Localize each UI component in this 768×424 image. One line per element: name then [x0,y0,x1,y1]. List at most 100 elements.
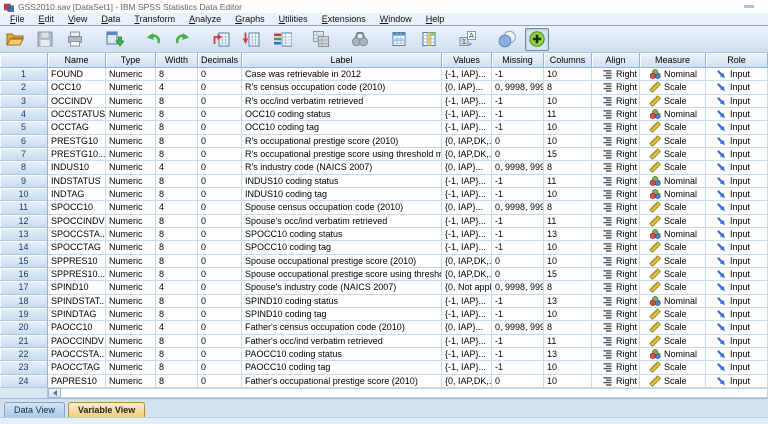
cell-values[interactable]: {0, IAP}... [442,201,492,214]
cell-label[interactable]: Spouse occupational prestige score using… [242,268,442,281]
cell-values[interactable]: {0, IAP}... [442,81,492,94]
cell-columns[interactable]: 8 [544,161,592,174]
h-scrollbar-track[interactable] [61,388,768,398]
cell-decimals[interactable]: 0 [198,361,242,374]
cell-label[interactable]: Spouse's occ/ind verbatim retrieved [242,215,442,228]
cell-width[interactable]: 8 [156,108,198,121]
row-number[interactable]: 23 [0,361,48,374]
cell-decimals[interactable]: 0 [198,148,242,161]
row-number[interactable]: 12 [0,215,48,228]
cell-decimals[interactable]: 0 [198,121,242,134]
cell-decimals[interactable]: 0 [198,375,242,388]
menu-view[interactable]: View [61,14,94,24]
menu-window[interactable]: Window [373,14,419,24]
cell-type[interactable]: Numeric [106,135,156,148]
cell-columns[interactable]: 13 [544,228,592,241]
cell-missing[interactable]: 0, 9998, 9999 [492,161,544,174]
cell-columns[interactable]: 11 [544,175,592,188]
cell-width[interactable]: 8 [156,335,198,348]
cell-type[interactable]: Numeric [106,95,156,108]
cell-role[interactable]: Input [706,308,768,321]
cell-role[interactable]: Input [706,375,768,388]
cell-missing[interactable]: -1 [492,241,544,254]
cell-missing[interactable]: 0, 9998, 9999 [492,201,544,214]
menu-transform[interactable]: Transform [127,14,182,24]
cell-role[interactable]: Input [706,95,768,108]
cell-label[interactable]: INDUS10 coding status [242,175,442,188]
show-all-variables-button[interactable] [525,28,549,51]
cell-type[interactable]: Numeric [106,255,156,268]
cell-measure[interactable]: Nominal [640,175,706,188]
cell-measure[interactable]: Scale [640,95,706,108]
cell-align[interactable]: Right [592,255,640,268]
cell-align[interactable]: Right [592,268,640,281]
cell-name[interactable]: SPINDSTAT... [48,295,106,308]
row-number[interactable]: 11 [0,201,48,214]
cell-decimals[interactable]: 0 [198,295,242,308]
cell-label[interactable]: R's occupational prestige score using th… [242,148,442,161]
cell-width[interactable]: 4 [156,161,198,174]
tab-variable-view[interactable]: Variable View [68,402,145,417]
cell-label[interactable]: SPIND10 coding status [242,295,442,308]
cell-width[interactable]: 8 [156,215,198,228]
cell-values[interactable]: {-1, IAP}... [442,108,492,121]
row-number[interactable]: 9 [0,175,48,188]
cell-columns[interactable]: 15 [544,268,592,281]
cell-measure[interactable]: Scale [640,81,706,94]
cell-type[interactable]: Numeric [106,268,156,281]
save-button[interactable] [33,28,57,51]
cell-role[interactable]: Input [706,215,768,228]
cell-width[interactable]: 4 [156,281,198,294]
cell-columns[interactable]: 11 [544,335,592,348]
row-number[interactable]: 6 [0,135,48,148]
cell-width[interactable]: 8 [156,228,198,241]
cell-type[interactable]: Numeric [106,68,156,81]
cell-values[interactable]: {-1, IAP}... [442,295,492,308]
menu-edit[interactable]: Edit [32,14,62,24]
cell-missing[interactable]: -1 [492,228,544,241]
cell-align[interactable]: Right [592,81,640,94]
undo-button[interactable] [141,28,165,51]
cell-missing[interactable]: -1 [492,188,544,201]
cell-columns[interactable]: 10 [544,255,592,268]
cell-type[interactable]: Numeric [106,175,156,188]
cell-width[interactable]: 4 [156,201,198,214]
cell-align[interactable]: Right [592,201,640,214]
cell-decimals[interactable]: 0 [198,201,242,214]
cell-type[interactable]: Numeric [106,148,156,161]
cell-measure[interactable]: Nominal [640,295,706,308]
minimize-icon[interactable] [744,5,754,8]
cell-role[interactable]: Input [706,361,768,374]
cell-name[interactable]: FOUND [48,68,106,81]
cell-width[interactable]: 8 [156,375,198,388]
cell-columns[interactable]: 10 [544,188,592,201]
row-number[interactable]: 4 [0,108,48,121]
recall-dialogs-button[interactable] [102,28,126,51]
cell-align[interactable]: Right [592,321,640,334]
cell-type[interactable]: Numeric [106,295,156,308]
cell-role[interactable]: Input [706,161,768,174]
cell-values[interactable]: {-1, IAP}... [442,241,492,254]
row-number[interactable]: 18 [0,295,48,308]
cell-values[interactable]: {-1, IAP}... [442,215,492,228]
cell-columns[interactable]: 15 [544,148,592,161]
cell-name[interactable]: SPIND10 [48,281,106,294]
cell-type[interactable]: Numeric [106,201,156,214]
cell-align[interactable]: Right [592,361,640,374]
cell-label[interactable]: Spouse's industry code (NAICS 2007) [242,281,442,294]
cell-align[interactable]: Right [592,295,640,308]
cell-missing[interactable]: -1 [492,121,544,134]
cell-name[interactable]: PAPRES10 [48,375,106,388]
cell-label[interactable]: R's occ/ind verbatim retrieved [242,95,442,108]
cell-role[interactable]: Input [706,148,768,161]
cell-decimals[interactable]: 0 [198,68,242,81]
cell-type[interactable]: Numeric [106,161,156,174]
cell-align[interactable]: Right [592,335,640,348]
cell-width[interactable]: 8 [156,308,198,321]
cell-type[interactable]: Numeric [106,121,156,134]
cell-name[interactable]: PAOCCINDV [48,335,106,348]
cell-name[interactable]: PRESTG10 [48,135,106,148]
cell-width[interactable]: 8 [156,295,198,308]
cell-columns[interactable]: 10 [544,135,592,148]
cell-role[interactable]: Input [706,81,768,94]
